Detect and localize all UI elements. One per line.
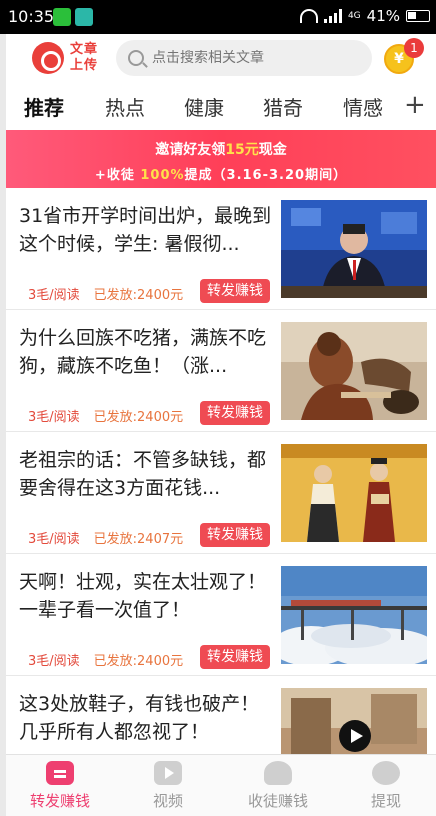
status-time: 10:35 — [8, 7, 55, 26]
article-thumbnail[interactable] — [281, 444, 427, 542]
paid-amount: 已发放:2407元 — [93, 532, 184, 547]
signal-icon — [323, 9, 342, 23]
nav-label: 转发赚钱 — [29, 792, 90, 810]
read-rate: 3毛/阅读 — [28, 532, 80, 547]
paid-amount: 已发放:2400元 — [93, 410, 184, 425]
nav-label: 提现 — [370, 792, 401, 810]
add-tab-icon[interactable]: + — [404, 92, 426, 118]
nav-video[interactable]: 视频 — [118, 755, 218, 816]
tab-curious[interactable]: 猎奇 — [263, 92, 303, 121]
nav-recruit-earn[interactable]: 收徒赚钱 — [228, 755, 328, 816]
category-tabs: 推荐 热点 健康 猎奇 情感 + — [6, 84, 436, 130]
logo-text: 文章上传 — [70, 42, 99, 73]
read-rate: 3毛/阅读 — [28, 654, 80, 669]
article-title[interactable]: 31省市开学时间出炉，最晚到这个时候，学生: 暑假彻... — [19, 202, 273, 258]
article-title[interactable]: 这3处放鞋子，有钱也破产！几乎所有人都忽视了！ — [19, 690, 273, 746]
search-bar[interactable] — [116, 40, 372, 76]
play-icon[interactable] — [339, 720, 371, 752]
search-icon — [128, 50, 144, 66]
status-indicators: 4G 41% — [299, 7, 430, 25]
banner-line-1: 邀请好友领15元现金 — [155, 142, 287, 158]
article-item[interactable]: 老祖宗的话：不管多缺钱，都要舍得在这3方面花钱... 3毛/阅读 已发放:240… — [6, 432, 436, 554]
withdraw-icon — [372, 761, 400, 785]
article-title[interactable]: 天啊！壮观，实在太壮观了！一辈子看一次值了！ — [19, 568, 273, 624]
app-notification-icon — [75, 8, 93, 26]
tab-emotion[interactable]: 情感 — [343, 92, 383, 121]
paid-amount: 已发放:2400元 — [93, 288, 184, 303]
article-item[interactable]: 这3处放鞋子，有钱也破产！几乎所有人都忽视了！ — [6, 676, 436, 754]
network-type: 4G — [347, 11, 361, 21]
article-item[interactable]: 31省市开学时间出炉，最晚到这个时候，学生: 暑假彻... 3毛/阅读 已发放:… — [6, 188, 436, 310]
banner-line-2: +收徒 100%提成（3.16-3.20期间） — [94, 168, 348, 183]
top-header: 文章上传 ¥ 1 — [6, 34, 436, 84]
wechat-notification-icon — [53, 8, 71, 26]
coin-badge: 1 — [404, 38, 424, 58]
share-earn-button[interactable]: 转发赚钱 — [200, 279, 270, 303]
article-thumbnail[interactable] — [281, 322, 427, 420]
article-thumbnail[interactable] — [281, 688, 427, 754]
nav-withdraw[interactable]: 提现 — [336, 755, 436, 816]
status-bar: 10:35 4G 41% — [0, 0, 436, 34]
share-earn-icon — [46, 761, 74, 785]
tab-health[interactable]: 健康 — [184, 92, 224, 121]
bottom-navigation: 转发赚钱 视频 收徒赚钱 提现 — [6, 754, 436, 816]
app-logo-icon[interactable] — [32, 42, 64, 74]
article-feed[interactable]: 31省市开学时间出炉，最晚到这个时候，学生: 暑假彻... 3毛/阅读 已发放:… — [6, 188, 436, 754]
article-item[interactable]: 天啊！壮观，实在太壮观了！一辈子看一次值了！ 3毛/阅读 已发放:2400元 转… — [6, 554, 436, 676]
nav-share-earn[interactable]: 转发赚钱 — [10, 755, 110, 816]
paid-amount: 已发放:2400元 — [93, 654, 184, 669]
video-icon — [154, 761, 182, 785]
nav-label: 收徒赚钱 — [247, 792, 308, 810]
promo-banner[interactable]: 邀请好友领15元现金 +收徒 100%提成（3.16-3.20期间） — [6, 130, 436, 188]
tab-hot[interactable]: 热点 — [105, 92, 145, 121]
article-item[interactable]: 为什么回族不吃猪，满族不吃狗，藏族不吃鱼！（涨... 3毛/阅读 已发放:240… — [6, 310, 436, 432]
user-icon — [264, 761, 292, 785]
article-title[interactable]: 老祖宗的话：不管多缺钱，都要舍得在这3方面花钱... — [19, 446, 273, 502]
article-thumbnail[interactable] — [281, 566, 427, 664]
share-earn-button[interactable]: 转发赚钱 — [200, 401, 270, 425]
article-title[interactable]: 为什么回族不吃猪，满族不吃狗，藏族不吃鱼！（涨... — [19, 324, 273, 380]
read-rate: 3毛/阅读 — [28, 410, 80, 425]
battery-percent: 41% — [366, 7, 400, 25]
tab-recommend[interactable]: 推荐 — [24, 92, 64, 121]
share-earn-button[interactable]: 转发赚钱 — [200, 523, 270, 547]
wifi-icon — [299, 9, 318, 23]
read-rate: 3毛/阅读 — [28, 288, 80, 303]
search-input[interactable] — [152, 50, 352, 66]
nav-label: 视频 — [152, 792, 183, 810]
share-earn-button[interactable]: 转发赚钱 — [200, 645, 270, 669]
battery-icon — [406, 10, 430, 22]
article-thumbnail[interactable] — [281, 200, 427, 298]
